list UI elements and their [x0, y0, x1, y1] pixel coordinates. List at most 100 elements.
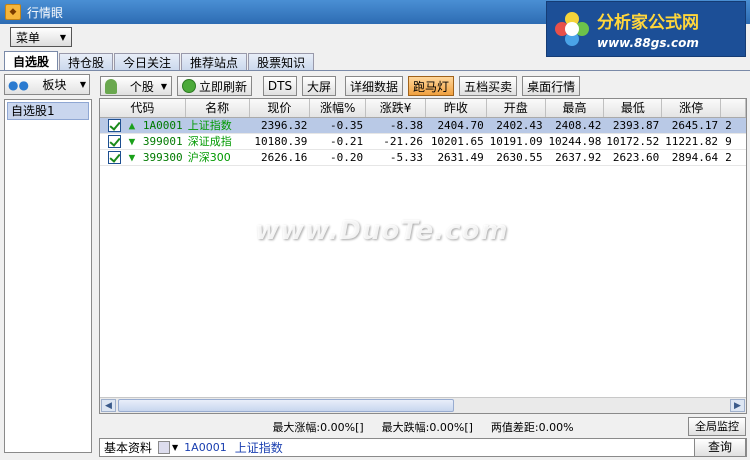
cell-limit-up: 11221.82 [665, 135, 719, 148]
arrow-up-icon: ▲ [128, 119, 136, 132]
cell-low: 10172.52 [606, 135, 660, 148]
cell-name: 沪深300 [187, 151, 231, 164]
col-code[interactable]: 代码 [100, 99, 186, 117]
refresh-label: 立即刷新 [199, 79, 248, 94]
selected-name: 上证指数 [234, 441, 283, 455]
chevron-down-icon[interactable]: ▼ [172, 443, 178, 452]
watchlist-groups: 自选股1 [4, 99, 92, 453]
window-title: 行情眼 [27, 5, 64, 20]
row-checkbox[interactable] [108, 151, 121, 164]
flower-logo-icon [555, 12, 589, 46]
refresh-icon [182, 79, 196, 93]
row-checkbox[interactable] [108, 135, 121, 148]
cell-extra: 2 [725, 119, 732, 132]
logo-title: 分析家公式网 [597, 13, 699, 33]
cell-code: 399300 [142, 151, 183, 164]
query-button[interactable]: 查询 [694, 438, 746, 457]
menu-dropdown[interactable]: 菜单 ▼ [10, 27, 72, 47]
menu-label: 菜单 [16, 30, 41, 45]
cell-prev-close: 10201.65 [430, 135, 484, 148]
row-checkbox[interactable] [108, 119, 121, 132]
col-open[interactable]: 开盘 [487, 99, 546, 117]
cell-pct: -0.35 [330, 119, 364, 132]
sector-dropdown[interactable]: ●● 板块 ▼ [4, 74, 90, 95]
cell-open: 10191.09 [489, 135, 543, 148]
tab-today-focus[interactable]: 今日关注 [114, 53, 181, 71]
sidebar: ●● 板块 ▼ 自选股1 [4, 74, 92, 456]
cell-prev-close: 2631.49 [437, 151, 484, 164]
tab-recommended-sites[interactable]: 推荐站点 [181, 53, 248, 71]
ticker-button[interactable]: 跑马灯 [408, 76, 455, 96]
desktop-quote-button[interactable]: 桌面行情 [522, 76, 581, 96]
cell-change: -21.26 [383, 135, 423, 148]
table-header: 代码 名称 现价 涨幅% 涨跌¥ 昨收 开盘 最高 最低 涨停 [100, 99, 746, 118]
chevron-down-icon: ▼ [79, 80, 86, 89]
basic-info-label: 基本资料 [104, 441, 153, 455]
cell-prev-close: 2404.70 [437, 119, 484, 132]
col-name[interactable]: 名称 [186, 99, 250, 117]
cell-name: 上证指数 [187, 119, 232, 132]
stock-label: 个股 [129, 79, 154, 94]
site-logo: 分析家公式网 www.88gs.com [546, 1, 746, 57]
col-more [721, 99, 746, 117]
scroll-thumb[interactable] [118, 399, 454, 412]
refresh-button[interactable]: 立即刷新 [177, 76, 253, 96]
dts-button[interactable]: DTS [263, 76, 298, 96]
tab-watchlist[interactable]: 自选股 [4, 51, 59, 71]
tab-holdings[interactable]: 持仓股 [59, 53, 114, 71]
main-tabs: 自选股 持仓股 今日关注 推荐站点 股票知识 [4, 51, 315, 71]
cell-pct: -0.20 [330, 151, 364, 164]
document-icon[interactable] [158, 441, 171, 454]
bigscreen-button[interactable]: 大屏 [302, 76, 337, 96]
cell-code: 399001 [142, 135, 183, 148]
max-fall: 最大跌幅:0.00%[] [381, 421, 473, 434]
table-row[interactable]: ▲ 1A0001 上证指数 2396.32 -0.35 -8.38 2404.7… [100, 118, 746, 134]
cell-price: 2626.16 [260, 151, 308, 164]
app-icon: ◆ [5, 4, 21, 20]
toolbar: 个股 ▼ 立即刷新 DTS 大屏 详细数据 跑马灯 五档买卖 桌面行情 [100, 75, 585, 97]
cell-extra: 2 [725, 151, 732, 164]
cell-change: -5.33 [389, 151, 423, 164]
stock-icon [105, 78, 117, 94]
cell-limit-up: 2894.64 [671, 151, 719, 164]
col-low[interactable]: 最低 [604, 99, 663, 117]
cell-limit-up: 2645.17 [671, 119, 719, 132]
global-monitor-button[interactable]: 全局监控 [688, 417, 746, 436]
quote-table: 代码 名称 现价 涨幅% 涨跌¥ 昨收 开盘 最高 最低 涨停 ▲ 1A0001… [99, 98, 747, 414]
selected-code: 1A0001 [184, 441, 227, 454]
col-limit-up[interactable]: 涨停 [662, 99, 722, 117]
cell-low: 2393.87 [612, 119, 660, 132]
col-prev-close[interactable]: 昨收 [426, 99, 487, 117]
cell-name: 深证成指 [187, 135, 232, 148]
sidebar-item-watchlist-1[interactable]: 自选股1 [7, 102, 89, 120]
col-price[interactable]: 现价 [250, 99, 311, 117]
cell-low: 2623.60 [612, 151, 660, 164]
five-level-button[interactable]: 五档买卖 [459, 76, 518, 96]
chevron-down-icon: ▼ [59, 32, 66, 42]
arrow-down-icon: ▼ [128, 135, 136, 148]
max-rise: 最大涨幅:0.00%[] [272, 421, 364, 434]
people-icon: ●● [8, 77, 29, 92]
stock-dropdown[interactable]: 个股 ▼ [100, 76, 172, 96]
cell-open: 2630.55 [496, 151, 543, 164]
chevron-down-icon: ▼ [160, 81, 167, 91]
col-high[interactable]: 最高 [546, 99, 605, 117]
table-row[interactable]: ▼ 399001 深证成指 10180.39 -0.21 -21.26 1020… [100, 134, 746, 150]
cell-high: 2408.42 [555, 119, 602, 132]
tab-divider [0, 70, 750, 71]
scroll-left-icon[interactable]: ◀ [101, 399, 116, 412]
cell-pct: -0.21 [330, 135, 364, 148]
col-change[interactable]: 涨跌¥ [366, 99, 426, 117]
cell-high: 2637.92 [555, 151, 602, 164]
status-bar: 最大涨幅:0.00%[] 最大跌幅:0.00%[] 两值差距:0.00% [99, 419, 747, 435]
scroll-right-icon[interactable]: ▶ [730, 399, 745, 412]
col-pct[interactable]: 涨幅% [310, 99, 367, 117]
info-bar: 基本资料 ▼ 1A0001 上证指数 [99, 438, 747, 457]
cell-high: 10244.98 [548, 135, 602, 148]
table-row[interactable]: ▼ 399300 沪深300 2626.16 -0.20 -5.33 2631.… [100, 150, 746, 166]
logo-url: www.88gs.com [597, 36, 699, 50]
horizontal-scrollbar[interactable]: ◀ ▶ [100, 397, 746, 413]
tab-stock-knowledge[interactable]: 股票知识 [248, 53, 315, 71]
cell-extra: 9 [725, 135, 732, 148]
detail-data-button[interactable]: 详细数据 [345, 76, 404, 96]
